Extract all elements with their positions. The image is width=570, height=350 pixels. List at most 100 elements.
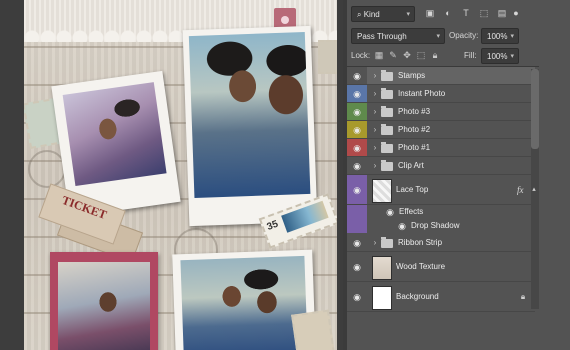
photo-couple-bottom	[180, 255, 308, 350]
layer-name: Wood Texture	[396, 261, 446, 271]
folder-icon	[381, 159, 393, 171]
lock-icon: 🔒︎	[520, 291, 526, 301]
layer-color-label: ◉	[347, 157, 367, 174]
layer-row-photo-3[interactable]: ◉ › Photo #3	[347, 103, 535, 121]
photo-couple-main	[188, 32, 311, 198]
shape-layer-filter-icon[interactable]: ⬚	[478, 7, 490, 19]
eye-icon[interactable]: ◉	[352, 292, 362, 302]
type-layer-filter-icon[interactable]: T	[460, 7, 472, 19]
eye-icon[interactable]: ◉	[352, 262, 362, 272]
collapse-effects-icon[interactable]: ▴	[530, 186, 538, 194]
chevron-down-icon: ▾	[510, 53, 514, 60]
eye-icon[interactable]: ◉	[385, 207, 395, 217]
document-canvas[interactable]: TICKET	[0, 0, 343, 350]
effects-label: Effects	[399, 207, 424, 216]
effect-name: Drop Shadow	[411, 221, 460, 230]
layer-effect-drop-shadow-row[interactable]: ◉ Drop Shadow	[347, 219, 535, 233]
stamp-graphic	[291, 309, 335, 350]
chevron-right-icon[interactable]: ›	[371, 107, 379, 117]
layer-color-label: ◉	[347, 121, 367, 138]
folder-icon	[381, 141, 393, 153]
eye-icon[interactable]: ◉	[352, 89, 362, 99]
layer-name: Lace Top	[396, 184, 429, 194]
search-icon: ⌕	[357, 10, 364, 19]
layer-color-label: ◉	[347, 103, 367, 120]
lock-options-bar: Lock: ▦ ✎ ✥ ⬚ 🔒︎ Fill: 100% ▾	[347, 46, 570, 66]
chevron-right-icon[interactable]: ›	[371, 71, 379, 81]
layer-color-label: ◉	[347, 175, 367, 204]
layer-row-ribbon-strip[interactable]: ◉ › Ribbon Strip	[347, 234, 535, 252]
layer-name: Photo #1	[398, 142, 431, 152]
layer-name: Photo #3	[398, 106, 431, 116]
adjustment-layer-filter-icon[interactable]: ◐	[442, 7, 454, 19]
eye-icon[interactable]: ◉	[352, 71, 362, 81]
eye-icon[interactable]: ◉	[352, 185, 362, 195]
layer-color-label	[347, 219, 367, 233]
layer-row-stamps[interactable]: ◉ › Stamps	[347, 67, 535, 85]
layer-name: Photo #2	[398, 124, 431, 134]
photo-couple-small	[62, 82, 167, 187]
opacity-field[interactable]: 100% ▾	[481, 28, 519, 44]
fill-value: 100%	[487, 52, 508, 61]
layer-row-background[interactable]: ◉ Background 🔒︎	[347, 282, 535, 312]
layer-row-clip-art[interactable]: ◉ › Clip Art	[347, 157, 535, 175]
smart-object-filter-icon[interactable]: ▤	[496, 7, 508, 19]
layer-color-label: ◉	[347, 67, 367, 84]
lock-position-icon[interactable]: ✥	[401, 49, 413, 61]
chevron-down-icon: ▾	[436, 33, 440, 40]
blend-options-bar: Pass Through ▾ Opacity: 100% ▾	[347, 26, 570, 46]
fill-field[interactable]: 100% ▾	[481, 48, 519, 64]
chevron-down-icon: ▾	[510, 33, 514, 40]
chevron-right-icon[interactable]: ›	[371, 125, 379, 135]
layer-name: Stamps	[398, 70, 426, 80]
opacity-label: Opacity:	[449, 31, 479, 40]
chevron-right-icon[interactable]: ›	[371, 143, 379, 153]
layer-color-label: ◉	[347, 139, 367, 156]
folder-icon	[381, 123, 393, 135]
layer-row-photo-1[interactable]: ◉ › Photo #1	[347, 139, 535, 157]
filter-kind-dropdown[interactable]: ⌕ Kind ▾	[351, 6, 415, 22]
folder-icon	[381, 105, 393, 117]
eye-icon[interactable]: ◉	[352, 125, 362, 135]
layers-scrollbar-thumb[interactable]	[531, 69, 539, 149]
eye-icon[interactable]: ◉	[352, 143, 362, 153]
lock-label: Lock:	[351, 51, 371, 60]
fx-icon[interactable]: fx	[517, 184, 524, 196]
blend-mode-value: Pass Through	[357, 32, 407, 41]
folder-icon	[381, 69, 393, 81]
eye-icon[interactable]: ◉	[397, 221, 407, 231]
lock-pixels-icon[interactable]: ✎	[387, 49, 399, 61]
eye-icon[interactable]: ◉	[352, 107, 362, 117]
filter-kind-label: Kind	[363, 10, 380, 19]
layer-thumbnail	[372, 256, 392, 280]
layer-effects-row[interactable]: ◉ Effects	[347, 205, 535, 219]
filter-toggle-icon[interactable]: ●	[510, 7, 522, 19]
scrapbook-artwork[interactable]: TICKET	[24, 0, 337, 350]
lock-transparency-icon[interactable]: ▦	[373, 49, 385, 61]
layers-panel: ⌕ Kind ▾ ▣ ◐ T ⬚ ▤ ● Pass Through ▾ Opacit…	[343, 0, 570, 350]
eye-icon[interactable]: ◉	[352, 238, 362, 248]
layer-thumbnail	[372, 286, 392, 310]
photo-couple-left	[58, 262, 150, 350]
layer-row-instant-photo[interactable]: ◉ › Instant Photo	[347, 85, 535, 103]
stamp-graphic	[318, 40, 337, 74]
chevron-right-icon[interactable]: ›	[371, 89, 379, 99]
layer-name: Clip Art	[398, 160, 424, 170]
chevron-right-icon[interactable]: ›	[371, 238, 379, 248]
layer-name: Ribbon Strip	[398, 237, 443, 247]
lock-artboard-icon[interactable]: ⬚	[415, 49, 427, 61]
pixel-layer-filter-icon[interactable]: ▣	[424, 7, 436, 19]
blend-mode-dropdown[interactable]: Pass Through ▾	[351, 28, 445, 44]
chevron-right-icon[interactable]: ›	[371, 161, 379, 171]
layer-row-wood-texture[interactable]: ◉ Wood Texture	[347, 252, 535, 282]
layer-color-label: ◉	[347, 234, 367, 251]
opacity-value: 100%	[487, 32, 508, 41]
photo-frame-pink	[50, 252, 158, 350]
layer-row-photo-2[interactable]: ◉ › Photo #2	[347, 121, 535, 139]
layer-filter-bar: ⌕ Kind ▾ ▣ ◐ T ⬚ ▤ ●	[347, 0, 570, 26]
lock-all-icon[interactable]: 🔒︎	[429, 49, 441, 61]
layer-color-label: ◉	[347, 252, 367, 281]
layer-row-lace-top[interactable]: ◉ Lace Top fx	[347, 175, 535, 205]
eye-icon[interactable]: ◉	[352, 161, 362, 171]
layer-color-label	[347, 205, 367, 219]
